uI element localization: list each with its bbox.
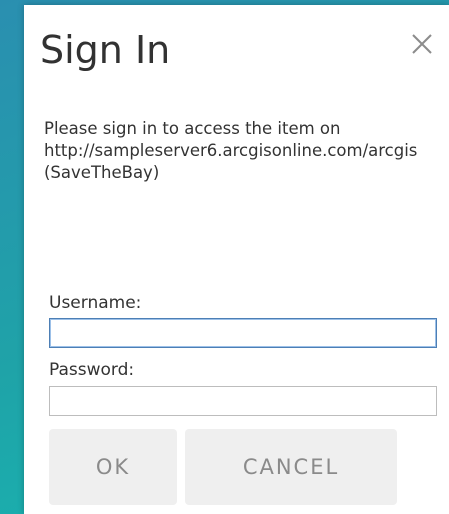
cancel-button[interactable]: CANCEL (185, 429, 397, 505)
close-button[interactable] (409, 31, 435, 57)
password-label: Password: (49, 360, 135, 380)
username-input[interactable] (49, 318, 437, 348)
sign-in-dialog: Sign In Please sign in to access the ite… (24, 5, 449, 514)
username-label: Username: (49, 293, 142, 313)
close-icon (412, 34, 432, 54)
dialog-title: Sign In (40, 28, 171, 72)
sign-in-message: Please sign in to access the item on htt… (44, 119, 418, 182)
ok-button[interactable]: OK (49, 429, 177, 505)
password-input[interactable] (49, 386, 437, 416)
